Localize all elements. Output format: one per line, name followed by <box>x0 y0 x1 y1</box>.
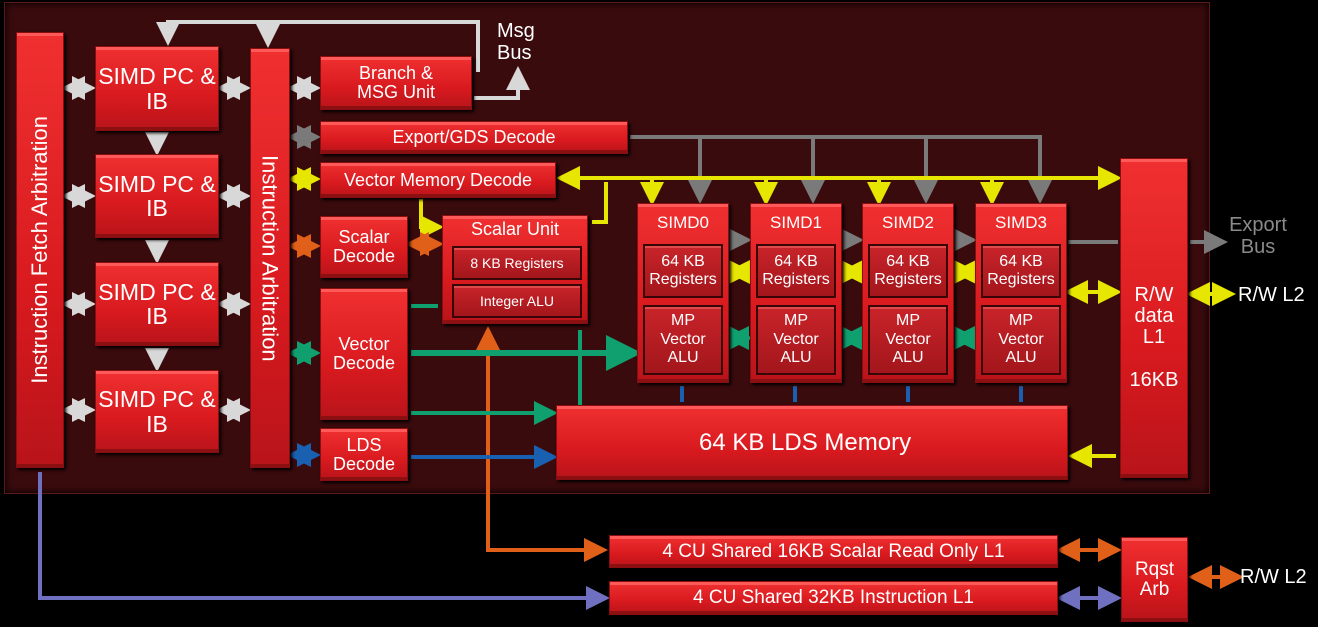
mp-vector-alu-label: MP Vector ALU <box>660 312 706 367</box>
rw-data-l1: R/W data L1 16KB <box>1120 158 1188 478</box>
simd-registers: 64 KB Registers <box>756 244 836 298</box>
simd-pc-ib-label: SIMD PC & IB <box>98 386 216 437</box>
simd-title: SIMD2 <box>882 213 934 232</box>
mp-vector-alu-label: MP Vector ALU <box>998 312 1044 367</box>
export-gds-decode-label: Export/GDS Decode <box>392 127 556 148</box>
simd-title: SIMD3 <box>995 213 1047 232</box>
scalar-registers-label: 8 KB Registers <box>470 254 564 271</box>
scalar-decode: Scalar Decode <box>320 216 408 278</box>
mp-vector-alu-label: MP Vector ALU <box>773 312 819 367</box>
branch-msg-unit: Branch & MSG Unit <box>320 56 472 110</box>
branch-msg-unit-label: Branch & MSG Unit <box>356 63 435 102</box>
rw-l2-bottom-label: R/W L2 <box>1240 566 1307 588</box>
simd-pc-ib-label: SIMD PC & IB <box>98 278 216 329</box>
simd-registers-label: 64 KB Registers <box>987 252 1055 288</box>
rw-data-l1-size: 16KB <box>1129 369 1179 391</box>
simd-pc-ib-0: SIMD PC & IB <box>95 46 219 131</box>
simd-pc-ib-2: SIMD PC & IB <box>95 262 219 346</box>
simd-pc-ib-label: SIMD PC & IB <box>98 170 216 221</box>
simd-registers: 64 KB Registers <box>868 244 948 298</box>
mp-vector-alu: MP Vector ALU <box>643 305 723 375</box>
scalar-read-only-l1-label: 4 CU Shared 16KB Scalar Read Only L1 <box>662 540 1005 562</box>
scalar-unit-title: Scalar Unit <box>470 219 560 239</box>
mp-vector-alu-label: MP Vector ALU <box>885 312 931 367</box>
simd-registers-label: 64 KB Registers <box>762 252 830 288</box>
simd-title: SIMD0 <box>657 213 709 232</box>
lds-decode-label: LDS Decode <box>332 434 396 474</box>
simd-registers-label: 64 KB Registers <box>649 252 717 288</box>
lds-decode: LDS Decode <box>320 428 408 481</box>
integer-alu: Integer ALU <box>452 284 582 318</box>
vector-decode-label: Vector Decode <box>332 334 396 373</box>
vector-memory-decode-label: Vector Memory Decode <box>343 169 533 190</box>
lds-memory-label: 64 KB LDS Memory <box>699 428 912 456</box>
simd-registers: 64 KB Registers <box>981 244 1061 298</box>
vector-decode: Vector Decode <box>320 288 408 420</box>
msg-bus-label: Msg Bus <box>497 20 535 64</box>
export-bus-label: Export Bus <box>1229 214 1287 258</box>
instruction-arbitration: Instruction Arbitration <box>250 48 290 468</box>
simd-title: SIMD1 <box>770 213 822 232</box>
export-gds-decode: Export/GDS Decode <box>320 121 628 154</box>
rqst-arb-label: Rqst Arb <box>1134 558 1175 600</box>
instruction-l1-label: 4 CU Shared 32KB Instruction L1 <box>693 587 974 609</box>
instruction-fetch-arbitration: Instruction Fetch Arbitration <box>16 32 64 468</box>
simd-pc-ib-1: SIMD PC & IB <box>95 154 219 238</box>
scalar-decode-label: Scalar Decode <box>332 227 396 266</box>
simd-pc-ib-label: SIMD PC & IB <box>98 63 216 114</box>
mp-vector-alu: MP Vector ALU <box>981 305 1061 375</box>
lds-memory: 64 KB LDS Memory <box>556 405 1068 480</box>
instruction-fetch-arbitration-label: Instruction Fetch Arbitration <box>27 116 53 384</box>
vector-memory-decode: Vector Memory Decode <box>320 162 556 198</box>
mp-vector-alu: MP Vector ALU <box>868 305 948 375</box>
integer-alu-label: Integer ALU <box>480 292 554 309</box>
rw-data-l1-label: R/W data L1 <box>1134 284 1174 348</box>
simd-registers: 64 KB Registers <box>643 244 723 298</box>
scalar-registers: 8 KB Registers <box>452 246 582 280</box>
simd-registers-label: 64 KB Registers <box>874 252 942 288</box>
rw-l2-top-label: R/W L2 <box>1238 284 1305 306</box>
rqst-arb: Rqst Arb <box>1121 537 1188 622</box>
instruction-arbitration-label: Instruction Arbitration <box>257 154 283 362</box>
instruction-l1: 4 CU Shared 32KB Instruction L1 <box>609 581 1058 615</box>
scalar-read-only-l1: 4 CU Shared 16KB Scalar Read Only L1 <box>609 535 1058 568</box>
simd-pc-ib-3: SIMD PC & IB <box>95 370 219 453</box>
mp-vector-alu: MP Vector ALU <box>756 305 836 375</box>
